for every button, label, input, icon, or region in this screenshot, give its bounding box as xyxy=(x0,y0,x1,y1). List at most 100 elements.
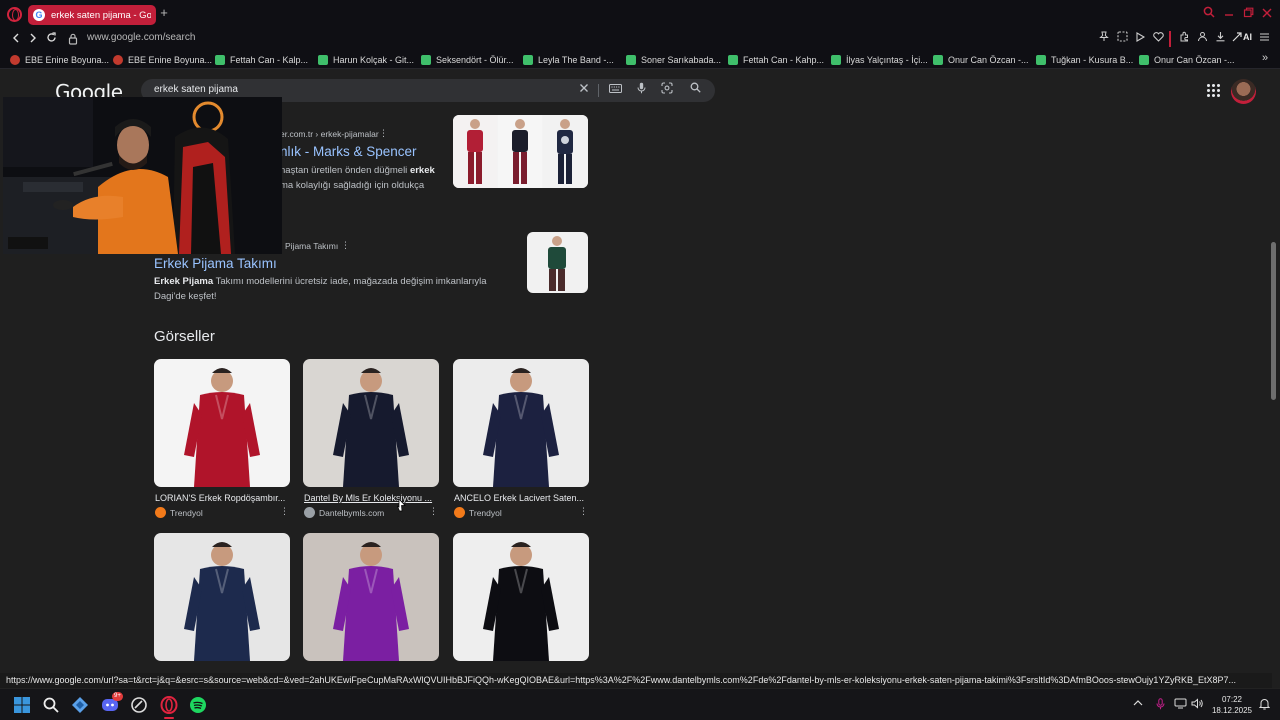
tray-overflow-icon[interactable] xyxy=(1131,698,1145,712)
image-caption[interactable]: Dantel By Mls Er Koleksiyonu ... xyxy=(304,493,438,503)
network-icon[interactable] xyxy=(1173,698,1187,712)
account-avatar[interactable] xyxy=(1231,79,1256,104)
result-snippet: Erkek Pijama Takımı modellerini ücretsiz… xyxy=(154,276,487,302)
minimize-icon[interactable] xyxy=(1220,6,1238,22)
easy-setup-icon[interactable] xyxy=(1257,31,1271,47)
result-snippet: naştan üretilen önden düğmeli erkek ma k… xyxy=(280,165,435,191)
bookmark-item[interactable]: Tuğkan - Kusura B... xyxy=(1036,53,1133,66)
keyboard-icon[interactable] xyxy=(607,82,623,99)
app-icon[interactable] xyxy=(130,696,148,714)
aria-ai-icon[interactable] xyxy=(1230,31,1244,47)
active-app-indicator xyxy=(164,717,174,719)
download-icon[interactable] xyxy=(1213,31,1227,47)
result-title[interactable]: nlık - Marks & Spencer xyxy=(280,144,417,159)
search-input[interactable]: erkek saten pijama xyxy=(154,84,238,95)
discord-icon[interactable]: 9+ xyxy=(101,692,123,714)
result-more-icon[interactable]: ⋮ xyxy=(379,128,388,139)
spotify-icon[interactable] xyxy=(189,696,207,714)
mouse-cursor-icon xyxy=(396,498,406,517)
bookmark-item[interactable]: EBE Enine Boyuna... xyxy=(113,53,212,66)
volume-icon[interactable] xyxy=(1190,698,1204,712)
bookmark-favicon-icon xyxy=(10,54,20,65)
lock-icon[interactable] xyxy=(68,32,78,45)
taskbar-search-icon[interactable] xyxy=(42,696,60,714)
player-icon[interactable] xyxy=(1133,31,1147,47)
bookmark-favicon-icon xyxy=(1139,54,1149,65)
address-toolbar: www.google.com/search AI xyxy=(0,28,1280,50)
windows-start-icon[interactable] xyxy=(13,696,31,714)
image-result[interactable] xyxy=(303,533,439,661)
close-window-icon[interactable] xyxy=(1258,6,1276,22)
clear-search-icon[interactable] xyxy=(576,82,592,99)
bookmark-item[interactable]: Onur Can Özcan -... xyxy=(933,53,1029,66)
bookmark-item[interactable]: Seksendört - Ölür... xyxy=(421,53,514,66)
opera-taskbar-icon[interactable] xyxy=(160,696,178,719)
source-favicon-icon xyxy=(304,507,315,518)
aria-ai-label[interactable]: AI xyxy=(1243,32,1252,42)
bookmark-item[interactable]: Soner Sarıkabada... xyxy=(626,53,721,66)
result-thumbnail[interactable] xyxy=(527,232,588,293)
bookmark-favicon-icon xyxy=(113,54,123,65)
pin-icon[interactable] xyxy=(1097,31,1111,47)
app-icon[interactable] xyxy=(71,696,89,714)
image-more-icon[interactable]: ⋮ xyxy=(579,506,588,517)
snapshot-icon[interactable] xyxy=(1115,31,1129,47)
reload-icon[interactable] xyxy=(44,31,58,47)
bookmark-item[interactable]: Onur Can Özcan -... xyxy=(1139,53,1235,66)
wallet-icon[interactable] xyxy=(1195,31,1209,47)
heart-icon[interactable] xyxy=(1151,31,1165,47)
image-source[interactable]: Trendyol xyxy=(155,507,203,518)
source-favicon-icon xyxy=(454,507,465,518)
new-tab-button[interactable]: + xyxy=(158,6,170,19)
bookmark-item[interactable]: EBE Enine Boyuna... xyxy=(10,53,109,66)
image-caption[interactable]: ANCELO Erkek Lacivert Saten... xyxy=(454,493,588,503)
address-field[interactable]: www.google.com/search xyxy=(87,32,195,43)
tab-strip: G erkek saten pijama - Google + xyxy=(0,0,1280,28)
google-favicon-icon: G xyxy=(33,9,45,21)
bookmark-item[interactable]: Harun Kolçak - Git... xyxy=(318,53,414,66)
bookmarks-bar: EBE Enine Boyuna... EBE Enine Boyuna... … xyxy=(0,50,1280,69)
microphone-tray-icon[interactable] xyxy=(1153,698,1167,712)
google-lens-icon[interactable] xyxy=(659,82,675,99)
result-thumbnail[interactable] xyxy=(453,115,588,188)
bookmark-favicon-icon xyxy=(933,54,943,65)
tab-title: erkek saten pijama - Google xyxy=(51,9,151,21)
bookmark-item[interactable]: İlyas Yalçıntaş - İçi... xyxy=(831,53,928,66)
image-result[interactable] xyxy=(154,359,290,487)
image-result[interactable] xyxy=(453,533,589,661)
opera-menu-icon[interactable] xyxy=(7,7,22,22)
microphone-icon[interactable] xyxy=(633,82,649,99)
search-tabs-icon[interactable] xyxy=(1200,6,1218,22)
result-title[interactable]: Erkek Pijama Takımı xyxy=(154,256,277,271)
bookmarks-overflow-icon[interactable]: » xyxy=(1262,52,1268,64)
result-breadcrumb: Pijama Takımı xyxy=(285,241,339,251)
search-icon[interactable] xyxy=(687,82,703,99)
webcam-overlay xyxy=(3,97,282,254)
tab-active[interactable]: G erkek saten pijama - Google xyxy=(28,5,156,25)
restore-icon[interactable] xyxy=(1239,6,1257,22)
bookmark-item[interactable]: Fettah Can - Kalp... xyxy=(215,53,308,66)
image-result[interactable] xyxy=(453,359,589,487)
extensions-icon[interactable] xyxy=(1177,31,1191,47)
clock-time: 07:22 xyxy=(1221,695,1243,704)
image-result[interactable] xyxy=(154,533,290,661)
notifications-icon[interactable] xyxy=(1257,698,1271,712)
bookmark-favicon-icon xyxy=(626,54,636,65)
source-label: Trendyol xyxy=(170,507,203,518)
back-icon[interactable] xyxy=(9,31,23,47)
google-apps-icon[interactable] xyxy=(1207,84,1220,97)
image-more-icon[interactable]: ⋮ xyxy=(280,506,289,517)
image-more-icon[interactable]: ⋮ xyxy=(429,506,438,517)
forward-icon[interactable] xyxy=(26,31,40,47)
result-more-icon[interactable]: ⋮ xyxy=(341,240,350,251)
page-scrollbar[interactable] xyxy=(1271,242,1276,400)
clock[interactable]: 07:22 18.12.2025 xyxy=(1211,694,1253,716)
image-caption[interactable]: LORIAN'S Erkek Ropdöşambır... xyxy=(155,493,289,503)
bookmark-item[interactable]: Leyla The Band -... xyxy=(523,53,614,66)
windows-taskbar: 9+ 07:22 18.12.2025 xyxy=(0,688,1280,720)
image-source[interactable]: Dantelbymls.com xyxy=(304,507,384,518)
bookmark-item[interactable]: Fettah Can - Kahp... xyxy=(728,53,824,66)
toolbar-separator xyxy=(1169,31,1171,47)
image-source[interactable]: Trendyol xyxy=(454,507,502,518)
image-result[interactable] xyxy=(303,359,439,487)
